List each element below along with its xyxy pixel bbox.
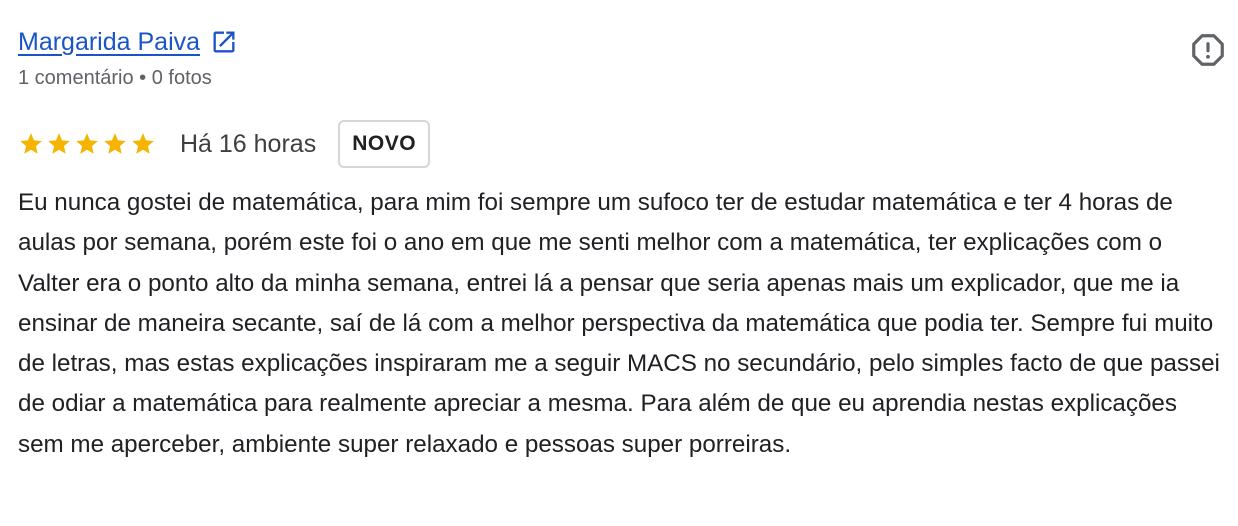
rating-row: Há 16 horas NOVO <box>18 120 1230 168</box>
star-icon <box>104 133 126 154</box>
review-header: Margarida Paiva 1 comentário • 0 fotos <box>18 22 1230 92</box>
star-icon <box>20 133 42 154</box>
review-card: Margarida Paiva 1 comentário • 0 fotos H… <box>18 22 1230 465</box>
star-icon <box>76 133 98 154</box>
review-time: Há 16 horas <box>180 129 317 158</box>
star-icon <box>48 133 70 154</box>
star-rating <box>18 131 158 157</box>
author-meta: 1 comentário • 0 fotos <box>18 67 212 89</box>
new-badge: NOVO <box>338 120 431 168</box>
open-in-new-icon[interactable] <box>210 28 238 56</box>
author-row: Margarida Paiva <box>18 22 1230 62</box>
report-flag-icon <box>1189 31 1227 74</box>
star-icon <box>132 133 154 154</box>
author-name-link[interactable]: Margarida Paiva <box>18 22 200 62</box>
review-text: Eu nunca gostei de matemática, para mim … <box>18 189 1220 458</box>
report-button[interactable] <box>1188 32 1228 72</box>
